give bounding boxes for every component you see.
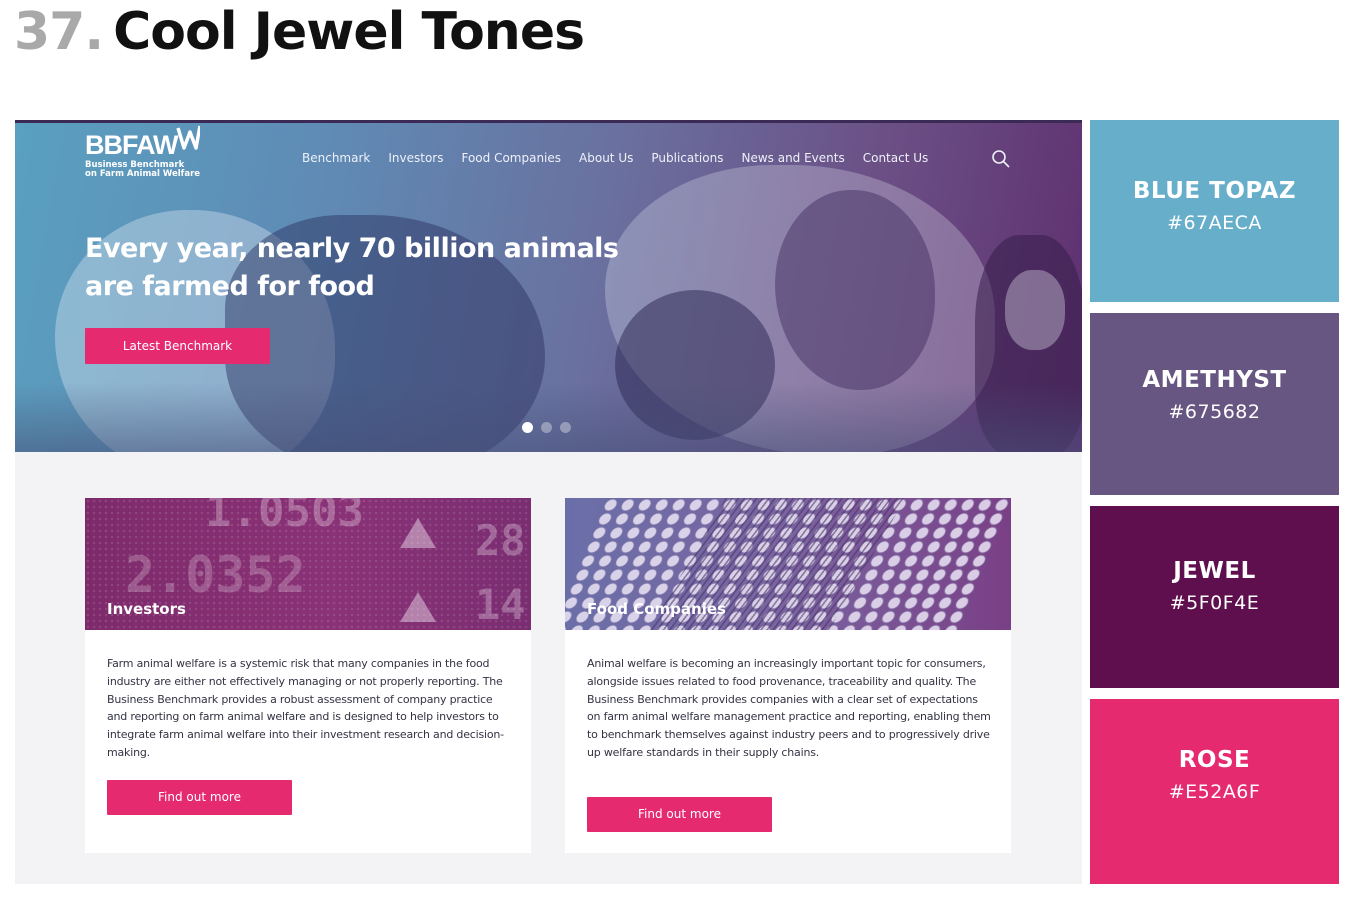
heading-title: Cool Jewel Tones <box>113 2 585 62</box>
nav-item-food-companies[interactable]: Food Companies <box>461 151 561 165</box>
card-text: Animal welfare is becoming an increasing… <box>587 657 991 759</box>
website-screenshot: BBFAW Business Benchmark on Farm Animal … <box>15 120 1082 884</box>
swatch-hex: #E52A6F <box>1168 781 1261 803</box>
main-nav: Benchmark Investors Food Companies About… <box>302 151 928 165</box>
card-text: Farm animal welfare is a systemic risk t… <box>107 657 504 759</box>
latest-benchmark-button[interactable]: Latest Benchmark <box>85 328 270 364</box>
ticker-number: 14 <box>475 580 526 629</box>
swatch-rose: ROSE #E52A6F <box>1090 699 1339 884</box>
up-arrow-icon <box>400 518 436 548</box>
field-ground <box>15 382 1082 452</box>
cow-image <box>1005 270 1065 350</box>
hero-headline: Every year, nearly 70 billion animals ar… <box>85 233 619 302</box>
nav-item-investors[interactable]: Investors <box>388 151 443 165</box>
find-out-more-button[interactable]: Find out more <box>587 797 772 832</box>
heading-number: 37. <box>14 2 104 62</box>
food-companies-card: Food Companies Animal welfare is becomin… <box>565 498 1011 853</box>
swatch-hex: #5F0F4E <box>1169 592 1260 614</box>
nav-item-publications[interactable]: Publications <box>651 151 723 165</box>
nav-item-contact-us[interactable]: Contact Us <box>863 151 929 165</box>
logo-subtitle-line2: on Farm Animal Welfare <box>85 169 201 179</box>
swatch-name: ROSE <box>1178 747 1251 773</box>
stock-ticker-image: 1.0503 2.0352 28 14 Investors <box>85 498 531 630</box>
swatch-name: JEWEL <box>1173 558 1256 584</box>
hero-banner: BBFAW Business Benchmark on Farm Animal … <box>15 120 1082 452</box>
swatch-name: AMETHYST <box>1142 367 1287 393</box>
site-logo[interactable]: BBFAW Business Benchmark on Farm Animal … <box>85 125 201 179</box>
card-title: Food Companies <box>587 600 726 618</box>
ticker-number: 28 <box>475 516 526 565</box>
swatch-blue-topaz: BLUE TOPAZ #67AECA <box>1090 120 1339 302</box>
swatch-hex: #67AECA <box>1167 212 1262 234</box>
search-icon[interactable] <box>991 149 1011 169</box>
carousel-dot-1[interactable] <box>522 422 533 433</box>
carousel-dots <box>522 422 571 433</box>
card-title: Investors <box>107 600 186 618</box>
swatch-name: BLUE TOPAZ <box>1132 178 1297 204</box>
logo-text: BBFAW <box>85 130 178 160</box>
carousel-dot-2[interactable] <box>541 422 552 433</box>
up-arrow-icon <box>400 592 436 622</box>
ticker-number: 1.0503 <box>205 498 364 537</box>
nav-item-news-and-events[interactable]: News and Events <box>741 151 844 165</box>
find-out-more-button[interactable]: Find out more <box>107 780 292 815</box>
swatch-hex: #675682 <box>1168 401 1261 423</box>
logo-mark-icon <box>175 125 200 150</box>
eggs-conveyor-image: Food Companies <box>565 498 1011 630</box>
nav-item-about-us[interactable]: About Us <box>579 151 633 165</box>
ticker-number: 2.0352 <box>125 546 306 604</box>
nav-item-benchmark[interactable]: Benchmark <box>302 151 370 165</box>
carousel-dot-3[interactable] <box>560 422 571 433</box>
investors-card: 1.0503 2.0352 28 14 Investors Farm anima… <box>85 498 531 853</box>
swatch-amethyst: AMETHYST #675682 <box>1090 313 1339 495</box>
swatch-jewel: JEWEL #5F0F4E <box>1090 506 1339 688</box>
page-heading: 37. Cool Jewel Tones <box>14 2 585 62</box>
